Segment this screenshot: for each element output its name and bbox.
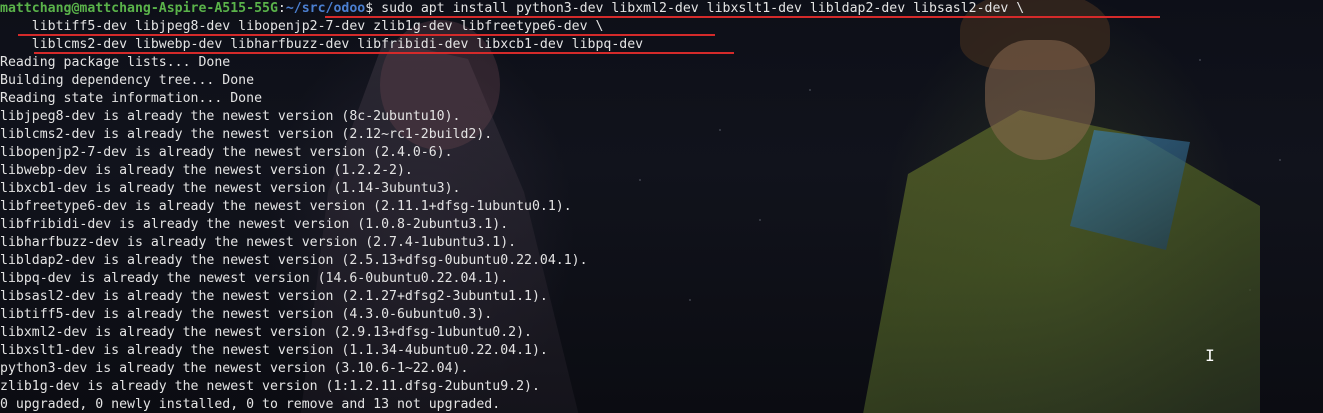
output-line: libfreetype6-dev is already the newest v… <box>0 199 572 214</box>
prompt-path: ~/src/odoo <box>285 1 366 16</box>
output-line: libtiff5-dev is already the newest versi… <box>0 307 493 322</box>
annotation-underline <box>34 52 734 54</box>
prompt-line: mattchang@mattchang-Aspire-A515-55G:~/sr… <box>0 0 1160 18</box>
output-line: zlib1g-dev is already the newest version… <box>0 379 540 394</box>
output-line: Building dependency tree... Done <box>0 73 255 88</box>
prompt-symbol: $ <box>365 1 374 16</box>
output-line: liblcms2-dev is already the newest versi… <box>0 127 493 142</box>
prompt-user-host: mattchang@mattchang-Aspire-A515-55G <box>0 1 278 16</box>
output-line: libjpeg8-dev is already the newest versi… <box>0 109 461 124</box>
wallpaper-figure-right-collar <box>1070 130 1190 250</box>
output-line: libpq-dev is already the newest version … <box>0 271 509 286</box>
output-line: libharfbuzz-dev is already the newest ve… <box>0 235 517 250</box>
output-line: Reading package lists... Done <box>0 55 231 70</box>
command-output: Reading package lists... Done Building de… <box>0 54 1024 413</box>
output-line: libxcb1-dev is already the newest versio… <box>0 181 461 196</box>
command-text: sudo apt install python3-dev libxml2-dev… <box>373 1 1025 16</box>
terminal-output[interactable]: mattchang@mattchang-Aspire-A515-55G:~/sr… <box>0 0 1160 413</box>
output-line: libxml2-dev is already the newest versio… <box>0 325 532 340</box>
output-line: libopenjp2-7-dev is already the newest v… <box>0 145 453 160</box>
output-line: libfribidi-dev is already the newest ver… <box>0 217 509 232</box>
terminal-window[interactable]: mattchang@mattchang-Aspire-A515-55G:~/sr… <box>0 0 1323 413</box>
output-line: python3-dev is already the newest versio… <box>0 361 469 376</box>
output-line: libsasl2-dev is already the newest versi… <box>0 289 548 304</box>
output-line: libxslt1-dev is already the newest versi… <box>0 343 548 358</box>
output-line: libwebp-dev is already the newest versio… <box>0 163 413 178</box>
text-ibeam-cursor-icon: I <box>1205 346 1215 365</box>
output-line: Reading state information... Done <box>0 91 263 106</box>
annotation-underline <box>18 34 715 36</box>
prompt-colon: : <box>277 1 286 16</box>
output-line: 0 upgraded, 0 newly installed, 0 to remo… <box>0 397 501 412</box>
output-line: libldap2-dev is already the newest versi… <box>0 253 588 268</box>
